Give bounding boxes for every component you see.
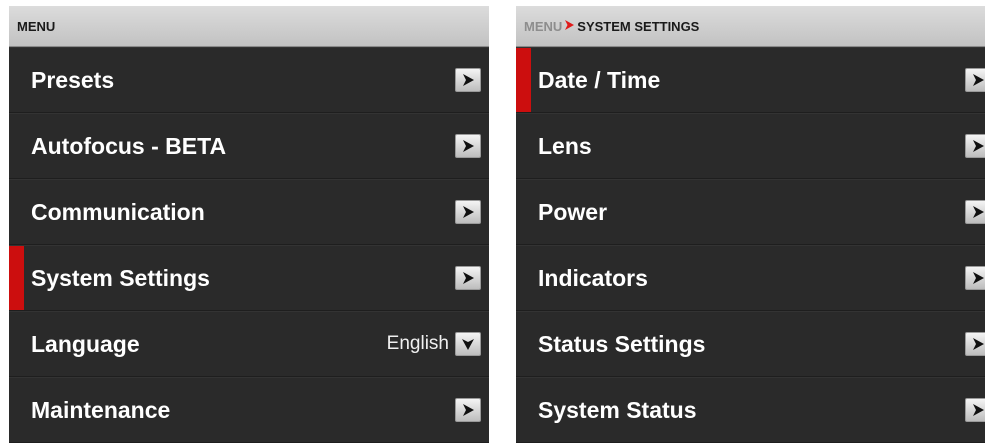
dropdown-arrow-icon[interactable] bbox=[455, 332, 481, 356]
breadcrumb-separator-icon bbox=[565, 19, 575, 33]
menu-item-label: Date / Time bbox=[538, 66, 661, 93]
menu-item-presets[interactable]: Presets bbox=[9, 47, 489, 113]
menu-item-label: Maintenance bbox=[31, 396, 171, 423]
breadcrumb-current: SYSTEM SETTINGS bbox=[577, 18, 700, 34]
arrow-right-icon[interactable] bbox=[455, 68, 481, 92]
arrow-right-icon[interactable] bbox=[965, 134, 985, 158]
menu-header-title: MENU bbox=[17, 18, 56, 34]
arrow-right-icon[interactable] bbox=[965, 398, 985, 422]
menu-item-communication[interactable]: Communication bbox=[9, 179, 489, 245]
breadcrumb: MENU SYSTEM SETTINGS bbox=[516, 6, 985, 47]
menu-item-lens[interactable]: Lens bbox=[516, 113, 985, 179]
system-settings-panel: MENU SYSTEM SETTINGS Date / Time Lens Po… bbox=[516, 6, 985, 443]
arrow-right-icon[interactable] bbox=[455, 134, 481, 158]
menu-item-label: Indicators bbox=[538, 264, 648, 291]
menu-item-label: Autofocus - BETA bbox=[31, 132, 227, 159]
menu-item-autofocus[interactable]: Autofocus - BETA bbox=[9, 113, 489, 179]
menu-item-label: System Status bbox=[538, 396, 697, 423]
menu-item-label: Communication bbox=[31, 198, 205, 225]
arrow-right-icon[interactable] bbox=[965, 266, 985, 290]
menu-item-label: Language bbox=[31, 330, 140, 357]
arrow-right-icon[interactable] bbox=[455, 200, 481, 224]
menu-header: MENU bbox=[9, 6, 489, 47]
main-menu-panel: MENU Presets Autofocus - BETA Communicat… bbox=[9, 6, 489, 443]
menu-item-label: Presets bbox=[31, 66, 115, 93]
menu-item-label: Lens bbox=[538, 132, 592, 159]
arrow-right-icon[interactable] bbox=[965, 332, 985, 356]
arrow-right-icon[interactable] bbox=[965, 200, 985, 224]
arrow-right-icon[interactable] bbox=[455, 266, 481, 290]
language-value[interactable]: English bbox=[387, 333, 449, 355]
breadcrumb-parent[interactable]: MENU bbox=[524, 19, 562, 34]
menu-item-system-status[interactable]: System Status bbox=[516, 377, 985, 443]
menu-item-system-settings[interactable]: System Settings bbox=[9, 245, 489, 311]
menu-item-label: Power bbox=[538, 198, 608, 225]
menu-item-maintenance[interactable]: Maintenance bbox=[9, 377, 489, 443]
menu-item-date-time[interactable]: Date / Time bbox=[516, 47, 985, 113]
menu-item-language[interactable]: Language English bbox=[9, 311, 489, 377]
arrow-right-icon[interactable] bbox=[965, 68, 985, 92]
menu-item-status-settings[interactable]: Status Settings bbox=[516, 311, 985, 377]
menu-item-label: Status Settings bbox=[538, 330, 706, 357]
menu-item-indicators[interactable]: Indicators bbox=[516, 245, 985, 311]
menu-item-power[interactable]: Power bbox=[516, 179, 985, 245]
arrow-right-icon[interactable] bbox=[455, 398, 481, 422]
menu-item-label: System Settings bbox=[31, 264, 210, 291]
